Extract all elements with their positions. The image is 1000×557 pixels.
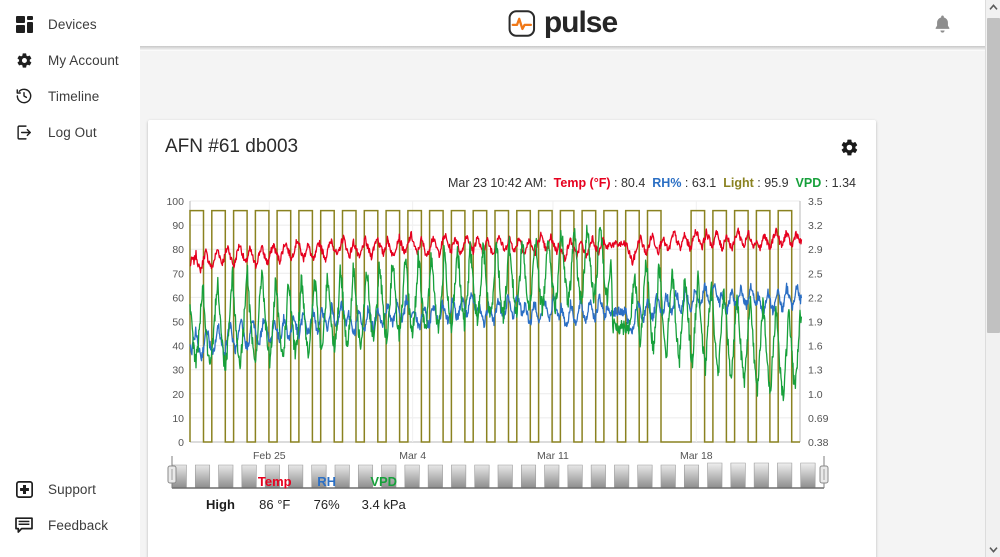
dashboard-grid-icon — [14, 14, 34, 34]
sidebar-item-label: Log Out — [48, 124, 97, 140]
y-axis-right-tick: 2.9 — [808, 244, 823, 256]
top-header-bar: pulse — [140, 0, 985, 46]
page-title: AFN #61 db003 — [165, 136, 299, 157]
sidebar-item-label: Support — [48, 481, 96, 497]
y-axis-right-tick: 1.9 — [808, 317, 823, 329]
cell-high-temp: 86 °F — [259, 497, 291, 512]
readout-timestamp: Mar 23 10:42 AM: — [448, 176, 547, 190]
y-axis-left-tick: 50 — [172, 317, 184, 329]
pulse-heartbeat-icon — [508, 9, 535, 37]
sidebar-item-label: My Account — [48, 52, 119, 68]
y-axis-right-tick: 2.2 — [808, 292, 823, 304]
gear-icon — [14, 50, 34, 70]
app-logo[interactable]: pulse — [508, 6, 618, 39]
y-axis-left-tick: 60 — [172, 292, 184, 304]
sidebar-item-label: Timeline — [48, 88, 100, 104]
sidebar-item-my-account[interactable]: My Account — [0, 42, 140, 78]
y-axis-right-tick: 2.5 — [808, 268, 823, 280]
sidebar-item-support[interactable]: Support — [0, 471, 140, 507]
sidebar-item-timeline[interactable]: Timeline — [0, 78, 140, 114]
sidebar-item-label: Devices — [48, 16, 97, 32]
y-axis-left-tick: 20 — [172, 389, 184, 401]
app-root: Devices My Account Timeline Log Out Supp… — [0, 0, 1000, 557]
y-axis-right-tick: 1.0 — [808, 389, 823, 401]
readout-light-label: Light — [723, 176, 754, 190]
page-scrollbar[interactable] — [985, 0, 1000, 557]
table-row: High 86 °F 76% 3.4 kPa — [195, 493, 417, 516]
sidebar-secondary-nav: Support Feedback — [0, 471, 140, 543]
chart-hover-readout: Mar 23 10:42 AM: Temp (°F) : 80.4 RH% : 63… — [448, 176, 856, 190]
sidebar-primary-nav: Devices My Account Timeline Log Out — [0, 6, 140, 150]
readout-temp-value: 80.4 — [620, 176, 646, 190]
chevron-down-icon[interactable] — [986, 542, 1000, 557]
comment-bubble-icon — [14, 515, 34, 535]
col-header-vpd: VPD — [370, 474, 398, 489]
y-axis-left-tick: 30 — [172, 365, 184, 377]
col-header-temp: Temp — [257, 474, 292, 489]
y-axis-left-tick: 100 — [166, 196, 184, 208]
table-header-row: Temp RH VPD — [195, 470, 417, 493]
row-label-high: High — [206, 497, 235, 512]
cell-high-vpd: 3.4 kPa — [361, 497, 406, 512]
chevron-up-icon[interactable] — [986, 0, 1000, 15]
y-axis-right-tick: 0.69 — [808, 413, 829, 425]
summary-stats-table: Temp RH VPD High 86 °F 76% 3.4 kPa — [195, 470, 417, 516]
y-axis-left-tick: 40 — [172, 341, 184, 353]
y-axis-right-tick: 1.3 — [808, 365, 823, 377]
card-settings-gear-icon[interactable] — [840, 138, 859, 162]
header-shadow — [140, 46, 985, 51]
readout-rh-value: 63.1 — [691, 176, 717, 190]
sidebar-item-label: Feedback — [48, 517, 109, 533]
page-content: AFN #61 db003 Mar 23 10:42 AM: Temp (°F) … — [140, 51, 985, 557]
y-axis-left-tick: 90 — [172, 220, 184, 232]
y-axis-left-tick: 10 — [172, 413, 184, 425]
y-axis-right-tick: 1.6 — [808, 341, 823, 353]
readout-light-value: 95.9 — [764, 176, 789, 190]
notification-bell-icon[interactable] — [932, 13, 953, 40]
sidebar-item-log-out[interactable]: Log Out — [0, 114, 140, 150]
sidebar-item-devices[interactable]: Devices — [0, 6, 140, 42]
device-chart-card: AFN #61 db003 Mar 23 10:42 AM: Temp (°F) … — [148, 120, 876, 557]
readout-light-sep: : — [753, 176, 765, 190]
readout-rh-sep: : — [681, 176, 692, 190]
medical-plus-icon — [14, 479, 34, 499]
x-axis-tick: Mar 11 — [537, 450, 569, 462]
sidebar-item-feedback[interactable]: Feedback — [0, 507, 140, 543]
y-axis-right-tick: 3.5 — [808, 196, 823, 208]
logout-arrow-icon — [14, 122, 34, 142]
stats-corner-cell — [195, 470, 247, 493]
x-axis-tick: Feb 25 — [253, 450, 286, 462]
readout-temp-label: Temp (°F) — [553, 176, 611, 190]
col-header-rh: RH — [317, 474, 337, 489]
sidebar: Devices My Account Timeline Log Out Supp… — [0, 0, 140, 557]
readout-temp-sep: : — [610, 176, 621, 190]
x-axis-tick: Mar 18 — [680, 450, 713, 462]
x-axis-tick: Mar 4 — [399, 450, 426, 462]
y-axis-left-tick: 70 — [172, 268, 184, 280]
card-header: AFN #61 db003 — [148, 120, 876, 176]
readout-vpd-value: 1.34 — [831, 176, 856, 190]
y-axis-left-tick: 80 — [172, 244, 184, 256]
readout-rh-label: RH% — [652, 176, 682, 190]
y-axis-left-tick: 0 — [178, 437, 184, 449]
scrollbar-thumb[interactable] — [987, 18, 1000, 333]
summary-stats: Temp RH VPD High 86 °F 76% 3.4 kPa — [148, 470, 876, 516]
cell-high-rh: 76% — [313, 497, 340, 512]
y-axis-right-tick: 0.38 — [808, 437, 829, 449]
readout-vpd-sep: : — [821, 176, 832, 190]
readout-vpd-label: VPD — [795, 176, 822, 190]
history-clock-icon — [14, 86, 34, 106]
app-logo-text: pulse — [543, 6, 618, 39]
y-axis-right-tick: 3.2 — [808, 220, 823, 232]
